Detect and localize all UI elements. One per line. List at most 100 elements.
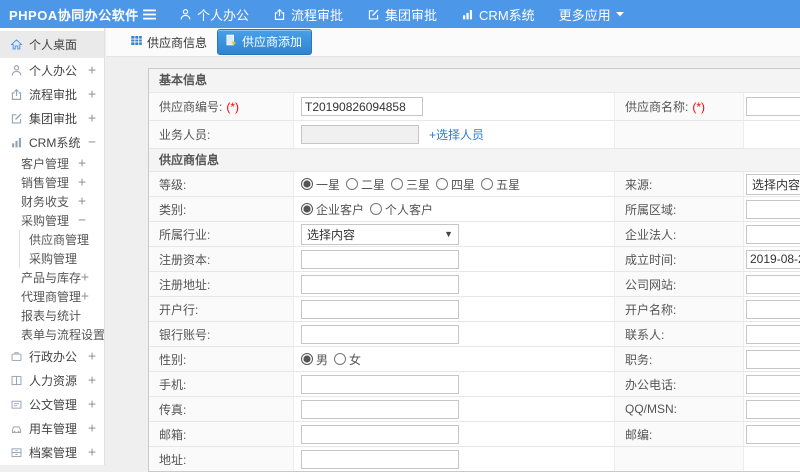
founded-date-input[interactable]	[746, 249, 800, 269]
expand-plus[interactable]: +	[88, 421, 96, 436]
nav-personal-office[interactable]: 个人办公	[179, 5, 249, 24]
sidebar-item-process-approval[interactable]: 流程审批 +	[0, 82, 104, 106]
sidebar-item-sales-mgmt[interactable]: 销售管理 +	[0, 173, 104, 192]
expand-plus[interactable]: +	[88, 111, 96, 126]
sidebar-item-personal-desktop[interactable]: 个人桌面	[0, 31, 104, 58]
source-select[interactable]: 选择内容▼	[746, 173, 800, 195]
chevron-down-icon	[615, 11, 624, 17]
supplier-code-input[interactable]	[301, 97, 423, 116]
section-basic-info-header: 基本信息	[149, 69, 800, 92]
category-option-2[interactable]: 个人客户	[370, 201, 433, 218]
category-label: 类别:	[149, 197, 294, 221]
sidebar-item-crm-system[interactable]: CRM系统 −	[0, 130, 104, 154]
sidebar-item-supplier-mgmt[interactable]: 供应商管理	[19, 230, 104, 249]
sidebar-item-document-mgmt[interactable]: 公文管理 +	[0, 392, 104, 416]
bank-account-input[interactable]	[301, 324, 459, 344]
level-radio-5[interactable]	[481, 178, 494, 190]
level-radio-4[interactable]	[436, 178, 449, 190]
business-person-input[interactable]	[301, 125, 419, 144]
gender-option-male[interactable]: 男	[301, 351, 328, 368]
qq-msn-input[interactable]	[746, 399, 800, 419]
expand-plus[interactable]: +	[78, 175, 86, 190]
sidebar-item-vehicle-mgmt[interactable]: 用车管理 +	[0, 416, 104, 440]
account-name-label: 开户名称:	[614, 297, 744, 321]
sidebar-item-finance[interactable]: 财务收支 +	[0, 192, 104, 211]
expand-plus[interactable]: +	[88, 87, 96, 102]
expand-plus[interactable]: +	[88, 373, 96, 388]
sidebar-item-personal-office[interactable]: 个人办公 +	[0, 58, 104, 82]
sidebar-item-archive-mgmt[interactable]: 档案管理 +	[0, 440, 104, 464]
category-radio-1[interactable]	[301, 203, 313, 215]
address-input[interactable]	[301, 449, 459, 469]
app-logo: PHPOA协同办公软件	[9, 7, 139, 23]
sidebar-item-agent-mgmt[interactable]: 代理商管理 +	[0, 287, 104, 306]
expand-plus[interactable]: +	[81, 289, 89, 304]
form-row-industry-legal: 所属行业: 选择内容 ▼ 企业法人:	[149, 221, 800, 246]
tab-supplier-list[interactable]: 供应商信息	[130, 34, 207, 51]
legal-person-input[interactable]	[746, 224, 800, 244]
level-option-3[interactable]: 三星	[391, 176, 430, 193]
sidebar-item-reports-stats[interactable]: 报表与统计	[0, 306, 104, 325]
edit-icon	[367, 8, 380, 21]
sidebar-item-group-approval[interactable]: 集团审批 +	[0, 106, 104, 130]
expand-plus[interactable]: +	[88, 63, 96, 78]
upload-icon	[273, 8, 286, 21]
region-input[interactable]	[746, 199, 800, 219]
expand-plus[interactable]: +	[88, 445, 96, 460]
expand-plus[interactable]: +	[78, 194, 86, 209]
level-option-4[interactable]: 四星	[436, 176, 475, 193]
sidebar-item-purchase-mgmt[interactable]: 采购管理 −	[0, 211, 104, 230]
contact-person-cell	[744, 322, 800, 346]
select-person-link[interactable]: +选择人员	[429, 126, 484, 143]
level-radio-1[interactable]	[301, 178, 313, 190]
industry-select[interactable]: 选择内容 ▼	[301, 223, 459, 245]
gender-radio-female[interactable]	[334, 353, 347, 365]
nav-crm-system[interactable]: CRM系统	[461, 5, 535, 24]
email-input[interactable]	[301, 424, 459, 444]
sidebar-item-product-inventory[interactable]: 产品与库存 +	[0, 268, 104, 287]
form-row-level-source: 等级: 一星 二星 三星 四星 五星 来源: 选择内容▼	[149, 171, 800, 196]
job-title-input[interactable]	[746, 349, 800, 369]
field-label: 注册地址:	[159, 277, 211, 292]
registered-capital-input[interactable]	[301, 249, 459, 269]
legal-person-label: 企业法人:	[614, 222, 744, 246]
collapse-minus[interactable]: −	[88, 135, 96, 150]
collapse-minus[interactable]: −	[78, 213, 86, 228]
level-option-1[interactable]: 一星	[301, 176, 340, 193]
fax-input[interactable]	[301, 399, 459, 419]
bank-branch-input[interactable]	[301, 299, 459, 319]
level-option-2[interactable]: 二星	[346, 176, 385, 193]
office-phone-input[interactable]	[746, 374, 800, 394]
sidebar-item-customer-mgmt[interactable]: 客户管理 +	[0, 154, 104, 173]
tab-supplier-add[interactable]: 供应商添加	[217, 29, 313, 55]
account-name-input[interactable]	[746, 299, 800, 319]
category-option-1[interactable]: 企业客户	[301, 201, 364, 218]
level-radio-3[interactable]	[391, 178, 404, 190]
level-radio-2[interactable]	[346, 178, 359, 190]
zip-code-input[interactable]	[746, 424, 800, 444]
company-website-input[interactable]	[746, 274, 800, 294]
gender-radio-male[interactable]	[301, 353, 313, 365]
tabbar: 供应商信息 供应商添加	[106, 28, 800, 57]
sidebar-item-admin-office[interactable]: 行政办公 +	[0, 344, 104, 368]
category-radio-2[interactable]	[370, 203, 383, 215]
expand-plus[interactable]: +	[88, 397, 96, 412]
sidebar-item-human-resources[interactable]: 人力资源 +	[0, 368, 104, 392]
level-option-5[interactable]: 五星	[481, 176, 520, 193]
contact-person-input[interactable]	[746, 324, 800, 344]
supplier-name-input[interactable]	[746, 97, 800, 116]
expand-plus[interactable]: +	[88, 349, 96, 364]
industry-label: 所属行业:	[149, 222, 294, 246]
hamburger-menu-icon[interactable]	[142, 9, 157, 20]
nav-process-approval[interactable]: 流程审批	[273, 5, 343, 24]
gender-option-female[interactable]: 女	[334, 351, 361, 368]
sidebar-item-purchasing[interactable]: 采购管理	[19, 249, 104, 268]
registered-address-input[interactable]	[301, 274, 459, 294]
nav-group-approval[interactable]: 集团审批	[367, 5, 437, 24]
mobile-input[interactable]	[301, 374, 459, 394]
expand-plus[interactable]: +	[81, 270, 89, 285]
nav-more-apps[interactable]: 更多应用	[559, 5, 624, 24]
sidebar-item-form-process-settings[interactable]: 表单与流程设置 +	[0, 325, 104, 344]
expand-plus[interactable]: +	[78, 156, 86, 171]
car-icon	[10, 422, 23, 435]
